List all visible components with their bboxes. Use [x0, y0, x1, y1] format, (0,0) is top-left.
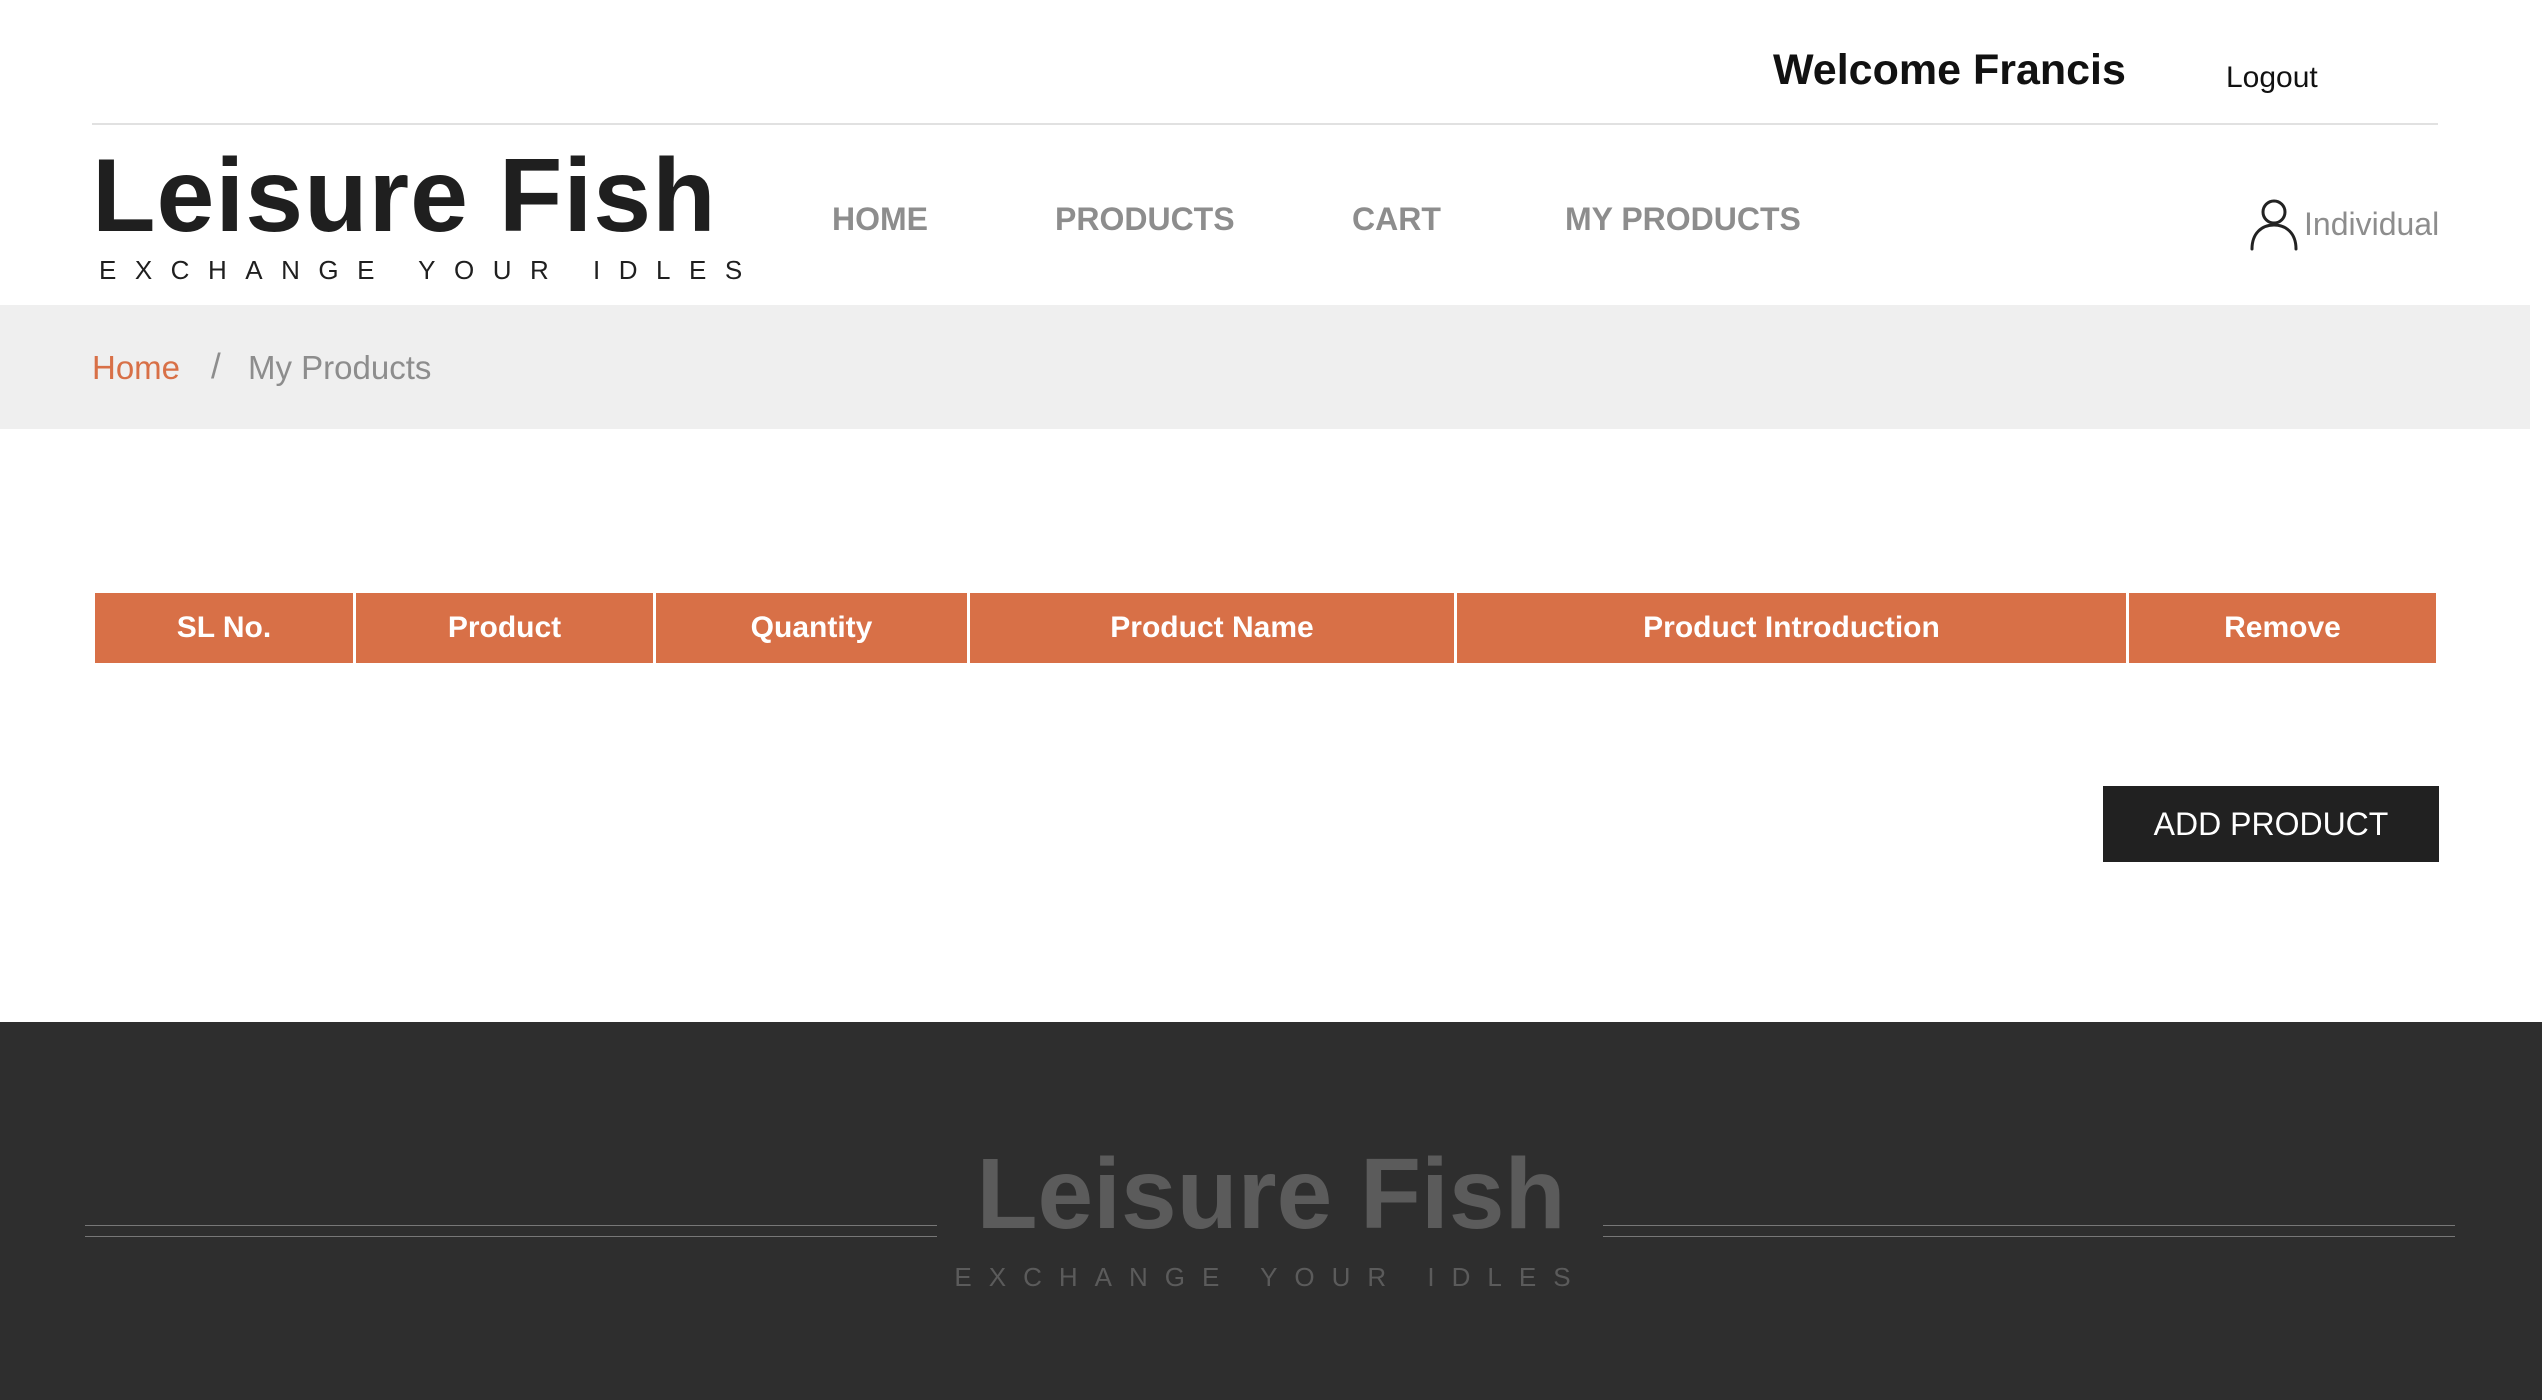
site-header: Leisure Fish EXCHANGE YOUR IDLES HOME PR… — [0, 125, 2542, 305]
breadcrumb-current: My Products — [248, 349, 432, 386]
welcome-message: Welcome Francis — [1773, 46, 2126, 94]
logo-tagline: EXCHANGE YOUR IDLES — [99, 255, 761, 285]
nav-cart[interactable]: CART — [1352, 201, 1441, 238]
logo-title: Leisure Fish — [92, 138, 717, 254]
add-product-button[interactable]: ADD PRODUCT — [2103, 786, 2439, 862]
products-table-header: SL No. Product Quantity Product Name Pro… — [95, 593, 2436, 663]
footer-logo-tagline: EXCHANGE YOUR IDLES — [954, 1262, 1588, 1292]
column-quantity: Quantity — [656, 593, 970, 663]
column-product-introduction: Product Introduction — [1457, 593, 2129, 663]
footer-logo-title: Leisure Fish — [976, 1138, 1566, 1250]
column-sl-no: SL No. — [95, 593, 356, 663]
breadcrumb-home[interactable]: Home — [92, 349, 180, 387]
site-logo[interactable]: Leisure Fish EXCHANGE YOUR IDLES — [92, 137, 742, 287]
nav-products[interactable]: PRODUCTS — [1055, 201, 1235, 238]
user-icon — [2250, 199, 2298, 251]
nav-my-products[interactable]: MY PRODUCTS — [1565, 201, 1801, 238]
site-footer: Leisure Fish EXCHANGE YOUR IDLES — [0, 1022, 2542, 1400]
column-product-name: Product Name — [970, 593, 1457, 663]
logout-link[interactable]: Logout — [2226, 61, 2318, 95]
column-remove: Remove — [2129, 593, 2436, 663]
breadcrumb: Home / My Products — [0, 305, 2530, 429]
individual-label: Individual — [2304, 205, 2440, 242]
column-product: Product — [356, 593, 656, 663]
breadcrumb-separator: / — [211, 347, 221, 386]
nav-home[interactable]: HOME — [832, 201, 928, 238]
individual-account-link[interactable]: Individual — [2248, 197, 2439, 251]
